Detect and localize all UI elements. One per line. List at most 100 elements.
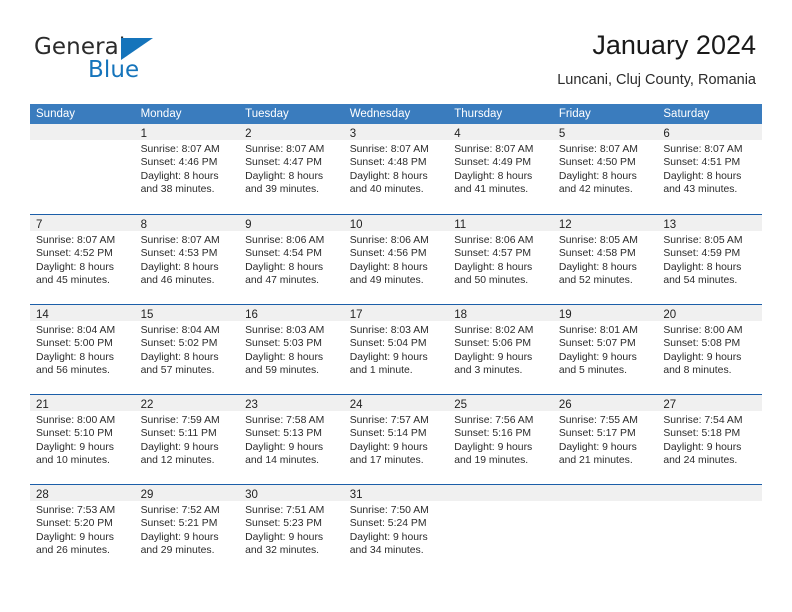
day-cell[interactable]: 2 Sunrise: 8:07 AM Sunset: 4:47 PM Daylight… [239,124,344,214]
day-number: 6 [663,128,670,140]
day-number: 21 [36,399,49,411]
day-detail-line: Daylight: 9 hours [36,531,114,543]
page-subtitle: Luncani, Cluj County, Romania [557,72,756,88]
day-cell[interactable]: 9 Sunrise: 8:06 AM Sunset: 4:54 PM Daylight… [239,215,344,304]
day-detail-line: Sunset: 4:50 PM [558,157,636,169]
day-detail-line: Sunrise: 8:03 AM [245,325,325,336]
day-detail-line: Sunrise: 8:07 AM [140,144,220,155]
day-cell-empty [30,124,135,214]
day-detail-line: Sunrise: 7:52 AM [140,505,220,516]
day-details: Sunrise: 8:00 AM Sunset: 5:10 PM Daylight:… [30,411,135,468]
day-detail-line: and 34 minutes. [349,545,424,557]
day-number: 16 [245,309,258,321]
day-detail-line: Sunset: 4:54 PM [245,248,322,260]
day-detail-line: Daylight: 9 hours [140,441,219,453]
day-detail-line: Sunrise: 7:56 AM [454,415,534,426]
day-cell[interactable]: 22 Sunrise: 7:59 AM Sunset: 5:11 PM Dayligh… [134,395,240,484]
day-detail-line: Sunset: 5:06 PM [454,338,532,350]
day-cell[interactable]: 3 Sunrise: 8:07 AM Sunset: 4:48 PM Daylight… [343,124,449,214]
day-detail-line: and 39 minutes. [245,184,320,196]
day-detail-line: Sunrise: 7:58 AM [245,415,325,426]
day-cell[interactable]: 20 Sunrise: 8:00 AM Sunset: 5:08 PM Dayligh… [657,305,762,394]
day-cell[interactable]: 18 Sunrise: 8:02 AM Sunset: 5:06 PM Dayligh… [448,305,553,394]
day-cell[interactable]: 6 Sunrise: 8:07 AM Sunset: 4:51 PM Daylight… [657,124,762,214]
day-detail-line: Daylight: 9 hours [663,351,742,363]
calendar-week-row: 28 Sunrise: 7:53 AM Sunset: 5:20 PM Dayligh… [30,484,762,574]
day-cell[interactable]: 24 Sunrise: 7:57 AM Sunset: 5:14 PM Dayligh… [343,395,449,484]
day-details: Sunrise: 8:01 AM Sunset: 5:07 PM Daylight:… [553,321,658,378]
day-details [30,140,135,143]
weekday-header-monday: Monday [140,108,182,120]
day-cell[interactable]: 13 Sunrise: 8:05 AM Sunset: 4:59 PM Dayligh… [657,215,762,304]
day-number-band: 29 [134,485,240,501]
day-detail-line: Daylight: 9 hours [245,531,324,543]
day-cell[interactable]: 14 Sunrise: 8:04 AM Sunset: 5:00 PM Dayligh… [30,305,135,394]
day-cell[interactable]: 10 Sunrise: 8:06 AM Sunset: 4:56 PM Dayligh… [343,215,449,304]
day-detail-line: and 32 minutes. [245,545,320,557]
day-cell[interactable]: 29 Sunrise: 7:52 AM Sunset: 5:21 PM Dayligh… [134,485,240,574]
day-cell[interactable]: 25 Sunrise: 7:56 AM Sunset: 5:16 PM Dayligh… [448,395,553,484]
day-details: Sunrise: 7:57 AM Sunset: 5:14 PM Daylight:… [344,411,449,468]
day-cell[interactable]: 5 Sunrise: 8:07 AM Sunset: 4:50 PM Daylight… [552,124,658,214]
day-cell[interactable]: 4 Sunrise: 8:07 AM Sunset: 4:49 PM Daylight… [448,124,553,214]
day-number: 17 [349,309,363,321]
day-detail-line: and 29 minutes. [140,545,215,557]
day-detail-line: Sunrise: 8:06 AM [454,235,534,246]
day-number: 27 [663,399,677,411]
day-number: 13 [663,219,677,231]
day-details: Sunrise: 7:51 AM Sunset: 5:23 PM Daylight:… [239,501,344,558]
day-cell[interactable]: 23 Sunrise: 7:58 AM Sunset: 5:13 PM Dayligh… [239,395,344,484]
day-cell[interactable]: 19 Sunrise: 8:01 AM Sunset: 5:07 PM Dayligh… [552,305,658,394]
day-detail-line: Sunrise: 8:04 AM [36,325,116,336]
day-number: 10 [349,219,363,231]
day-detail-line: and 10 minutes. [36,455,110,467]
day-number: 14 [36,309,49,321]
day-detail-line: Sunset: 4:52 PM [36,248,113,260]
day-detail-line: Sunset: 4:47 PM [245,157,322,169]
day-details [657,501,762,504]
day-cell[interactable]: 7 Sunrise: 8:07 AM Sunset: 4:52 PM Daylight… [30,215,135,304]
day-detail-line: Daylight: 8 hours [663,261,742,273]
day-cell[interactable]: 11 Sunrise: 8:06 AM Sunset: 4:57 PM Dayligh… [448,215,553,304]
day-number: 26 [558,399,572,411]
day-cell[interactable]: 15 Sunrise: 8:04 AM Sunset: 5:02 PM Dayligh… [134,305,240,394]
calendar-week-row: 7 Sunrise: 8:07 AM Sunset: 4:52 PM Daylight… [30,214,762,304]
day-detail-line: and 21 minutes. [558,455,633,467]
day-detail-line: Sunset: 4:46 PM [140,157,218,169]
day-number-band: 2 [239,124,344,140]
day-cell[interactable]: 17 Sunrise: 8:03 AM Sunset: 5:04 PM Dayligh… [343,305,449,394]
day-cell[interactable]: 26 Sunrise: 7:55 AM Sunset: 5:17 PM Dayligh… [552,395,658,484]
day-detail-line: Sunset: 4:51 PM [663,157,741,169]
day-number: 28 [36,489,49,501]
day-detail-line: and 3 minutes. [454,365,523,377]
day-detail-line: Daylight: 9 hours [454,351,533,363]
day-details: Sunrise: 7:58 AM Sunset: 5:13 PM Daylight:… [239,411,344,468]
day-details [448,501,553,504]
day-number-band: 1 [134,124,240,140]
day-cell[interactable]: 12 Sunrise: 8:05 AM Sunset: 4:58 PM Dayligh… [552,215,658,304]
day-details: Sunrise: 8:00 AM Sunset: 5:08 PM Daylight:… [657,321,762,378]
day-detail-line: and 52 minutes. [558,275,633,287]
day-cell[interactable]: 30 Sunrise: 7:51 AM Sunset: 5:23 PM Dayligh… [239,485,344,574]
day-detail-line: Sunrise: 8:07 AM [558,144,638,155]
day-cell[interactable]: 21 Sunrise: 8:00 AM Sunset: 5:10 PM Dayligh… [30,395,135,484]
day-cell[interactable]: 16 Sunrise: 8:03 AM Sunset: 5:03 PM Dayligh… [239,305,344,394]
day-detail-line: Daylight: 8 hours [140,170,219,182]
day-detail-line: Daylight: 8 hours [558,261,637,273]
day-cell[interactable]: 8 Sunrise: 8:07 AM Sunset: 4:53 PM Daylight… [134,215,240,304]
day-detail-line: Sunset: 5:21 PM [140,518,218,530]
day-details: Sunrise: 8:02 AM Sunset: 5:06 PM Daylight:… [448,321,553,378]
day-details: Sunrise: 7:52 AM Sunset: 5:21 PM Daylight:… [135,501,240,558]
day-number: 18 [454,309,468,321]
day-detail-line: Daylight: 8 hours [245,261,324,273]
day-details: Sunrise: 8:07 AM Sunset: 4:53 PM Daylight:… [135,231,240,288]
day-detail-line: and 56 minutes. [36,365,110,377]
day-cell[interactable]: 28 Sunrise: 7:53 AM Sunset: 5:20 PM Dayligh… [30,485,135,574]
day-cell[interactable]: 27 Sunrise: 7:54 AM Sunset: 5:18 PM Dayligh… [657,395,762,484]
day-cell-empty [657,485,762,574]
day-number-band: 6 [657,124,762,140]
day-number-band: 18 [448,305,553,321]
day-cell[interactable]: 1 Sunrise: 8:07 AM Sunset: 4:46 PM Daylight… [134,124,240,214]
general-blue-logo: General Blue [34,34,234,86]
day-cell[interactable]: 31 Sunrise: 7:50 AM Sunset: 5:24 PM Dayligh… [343,485,449,574]
